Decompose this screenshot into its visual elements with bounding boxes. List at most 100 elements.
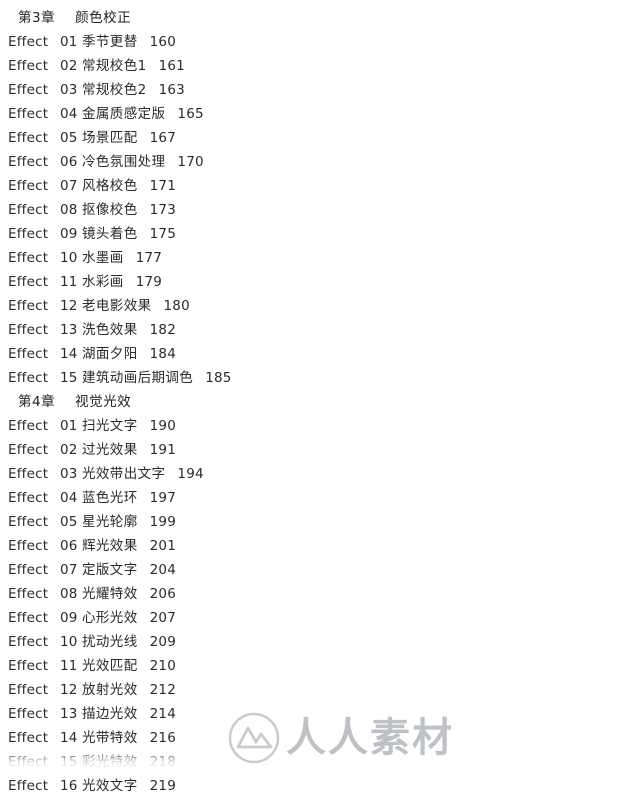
toc-entry-number: 07 [60,562,78,578]
toc-entry-number: 09 [60,610,78,626]
toc-chapter-title: 颜色校正 [75,10,132,26]
toc-entry-number: 03 [60,82,78,98]
toc-entry-title: 光效文字 [82,778,138,794]
toc-entry-row: Effect 14 光带特效 216 [0,726,643,750]
toc-entry-page-number: 212 [149,682,176,698]
toc-entry-title: 蓝色光环 [82,490,138,506]
toc-entry-prefix: Effect [8,82,49,98]
toc-entry-row: Effect 08 光耀特效 206 [0,582,643,606]
toc-entry-number: 01 [60,34,78,50]
toc-entry-prefix: Effect [8,274,49,290]
toc-entry-title: 水彩画 [82,274,124,290]
toc-entry-prefix: Effect [8,418,49,434]
toc-entry-number: 01 [60,418,78,434]
toc-entry-prefix: Effect [8,178,49,194]
toc-entry-row: Effect 10 扰动光线 209 [0,630,643,654]
toc-entry-row: Effect 04 蓝色光环 197 [0,486,643,510]
toc-entry-page-number: 160 [149,34,176,50]
toc-entry-row: Effect 04 金属质感定版 165 [0,102,643,126]
toc-entry-number: 03 [60,466,78,482]
toc-entry-row: Effect 12 老电影效果 180 [0,294,643,318]
toc-entry-prefix: Effect [8,226,49,242]
toc-entry-row: Effect 09 镜头着色 175 [0,222,643,246]
toc-entry-row: Effect 06 辉光效果 201 [0,534,643,558]
toc-entry-title: 金属质感定版 [82,106,166,122]
toc-entry-title: 光效匹配 [82,658,138,674]
toc-entry-number: 13 [60,706,78,722]
toc-entry-row: Effect 01 扫光文字 190 [0,414,643,438]
toc-entry-number: 11 [60,658,78,674]
toc-entry-page-number: 194 [177,466,204,482]
toc-entry-prefix: Effect [8,682,49,698]
toc-entry-row: Effect 13 洗色效果 182 [0,318,643,342]
toc-entry-row: Effect 12 放射光效 212 [0,678,643,702]
toc-entry-title: 洗色效果 [82,322,138,338]
toc-entry-prefix: Effect [8,778,49,794]
table-of-contents: 第3章 颜色校正 Effect 01 季节更替 160 Effect 02 常规校色1 161 Ef… [0,0,643,798]
toc-entry-row: Effect 13 描边光效 214 [0,702,643,726]
toc-entry-page-number: 171 [149,178,176,194]
toc-entry-prefix: Effect [8,706,49,722]
toc-entry-page-number: 210 [149,658,176,674]
toc-entry-title: 心形光效 [82,610,138,626]
toc-entry-row: Effect 09 心形光效 207 [0,606,643,630]
toc-entry-title: 定版文字 [82,562,138,578]
toc-entry-title: 冷色氛围处理 [82,154,166,170]
toc-entry-row: Effect 03 光效带出文字 194 [0,462,643,486]
toc-entry-number: 15 [60,754,78,770]
toc-entry-prefix: Effect [8,634,49,650]
toc-entry-prefix: Effect [8,34,49,50]
toc-entry-prefix: Effect [8,346,49,362]
toc-entry-title: 扫光文字 [82,418,138,434]
toc-entry-number: 07 [60,178,78,194]
toc-entry-page-number: 182 [149,322,176,338]
toc-entry-page-number: 165 [177,106,204,122]
toc-entry-row: Effect 11 光效匹配 210 [0,654,643,678]
toc-entry-number: 05 [60,130,78,146]
toc-entry-page-number: 219 [149,778,176,794]
toc-entry-page-number: 201 [149,538,176,554]
toc-entry-row: Effect 05 星光轮廓 199 [0,510,643,534]
toc-entry-title: 彩光特效 [82,754,138,770]
toc-entry-page-number: 207 [149,610,176,626]
toc-entry-title: 常规校色1 [82,58,147,74]
toc-entry-number: 16 [60,778,78,794]
toc-entry-title: 描边光效 [82,706,138,722]
toc-entry-number: 08 [60,586,78,602]
toc-entry-number: 12 [60,682,78,698]
toc-entry-page-number: 216 [149,730,176,746]
toc-entry-title: 抠像校色 [82,202,138,218]
toc-chapter-label: 第4章 [18,394,56,410]
toc-entry-page-number: 209 [149,634,176,650]
toc-entry-prefix: Effect [8,442,49,458]
toc-entry-number: 10 [60,250,78,266]
toc-entry-prefix: Effect [8,298,49,314]
toc-entry-prefix: Effect [8,610,49,626]
toc-entry-number: 06 [60,538,78,554]
document-page: 第3章 颜色校正 Effect 01 季节更替 160 Effect 02 常规校色1 161 Ef… [0,0,643,794]
toc-entry-title: 水墨画 [82,250,124,266]
toc-entry-row: Effect 05 场景匹配 167 [0,126,643,150]
toc-entry-number: 09 [60,226,78,242]
toc-entry-number: 14 [60,346,78,362]
toc-entry-prefix: Effect [8,58,49,74]
toc-entry-prefix: Effect [8,658,49,674]
toc-entry-page-number: 185 [205,370,232,386]
toc-entry-title: 放射光效 [82,682,138,698]
toc-entry-row: Effect 08 抠像校色 173 [0,198,643,222]
toc-entry-title: 辉光效果 [82,538,138,554]
toc-entry-number: 15 [60,370,78,386]
toc-chapter-title: 视觉光效 [75,394,132,410]
toc-entry-title: 光耀特效 [82,586,138,602]
toc-entry-row: Effect 15 彩光特效 218 [0,750,643,774]
toc-entry-prefix: Effect [8,754,49,770]
toc-entry-title: 光带特效 [82,730,138,746]
toc-entry-page-number: 167 [149,130,176,146]
toc-entry-prefix: Effect [8,514,49,530]
toc-entry-page-number: 206 [149,586,176,602]
toc-entry-number: 06 [60,154,78,170]
toc-entry-prefix: Effect [8,586,49,602]
toc-entry-prefix: Effect [8,202,49,218]
toc-entry-number: 04 [60,106,78,122]
toc-entry-row: Effect 15 建筑动画后期调色 185 [0,366,643,390]
